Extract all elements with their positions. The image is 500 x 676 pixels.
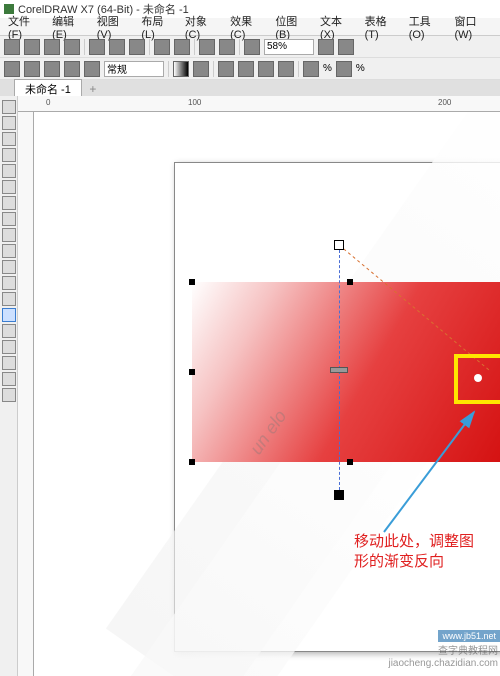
transparency-tool-icon[interactable]: [2, 324, 16, 338]
ruler-tick: 0: [46, 98, 50, 107]
menu-text[interactable]: 文本(X): [316, 13, 359, 41]
menu-view[interactable]: 视图(V): [93, 13, 136, 41]
dimension-tool-icon[interactable]: [2, 276, 16, 290]
gradient-preview-icon[interactable]: [173, 61, 189, 77]
import-icon[interactable]: [199, 39, 215, 55]
copy-icon[interactable]: [109, 39, 125, 55]
crop-tool-icon[interactable]: [2, 132, 16, 146]
percent-label2: %: [356, 63, 365, 74]
fill-pattern-icon[interactable]: [44, 61, 60, 77]
angle-icon[interactable]: [336, 61, 352, 77]
table-tool-icon[interactable]: [2, 260, 16, 274]
mode2-icon[interactable]: [238, 61, 254, 77]
mode4-icon[interactable]: [278, 61, 294, 77]
ellipse-tool-icon[interactable]: [2, 212, 16, 226]
cut-icon[interactable]: [89, 39, 105, 55]
menu-effects[interactable]: 效果(C): [226, 13, 269, 41]
ruler-vertical[interactable]: [18, 112, 34, 676]
watermark-text: 查字典教程网 jiaocheng.chazidian.com: [388, 646, 498, 670]
fill-texture-icon[interactable]: [64, 61, 80, 77]
menu-tools[interactable]: 工具(O): [405, 13, 449, 41]
tab-add-icon[interactable]: +: [86, 82, 100, 96]
freehand-tool-icon[interactable]: [2, 164, 16, 178]
annotation-text: 移动此处，调整图 形的渐变反向: [354, 532, 474, 571]
ruler-tick: 200: [438, 98, 451, 107]
transparency-icon[interactable]: [303, 61, 319, 77]
text-tool-icon[interactable]: [2, 244, 16, 258]
outline-tool-icon[interactable]: [2, 356, 16, 370]
menu-bar: 文件(F) 编辑(E) 视图(V) 布局(L) 对象(C) 效果(C) 位图(B…: [0, 18, 500, 36]
separator: [298, 61, 299, 77]
interactive-fill-tool-icon[interactable]: [2, 308, 16, 322]
ruler-tick: 100: [188, 98, 201, 107]
export-icon[interactable]: [219, 39, 235, 55]
workspace: 0 100 200: [0, 96, 500, 676]
separator: [213, 61, 214, 77]
connector-tool-icon[interactable]: [2, 292, 16, 306]
fill-fountain-icon[interactable]: [24, 61, 40, 77]
fill-postscript-icon[interactable]: [84, 61, 100, 77]
canvas[interactable]: 移动此处，调整图 形的渐变反向 un elo www.jb51.net 查字典教…: [34, 112, 500, 676]
smart-fill-tool-icon[interactable]: [2, 388, 16, 402]
undo-icon[interactable]: [154, 39, 170, 55]
menu-edit[interactable]: 编辑(E): [48, 13, 91, 41]
ruler-horizontal[interactable]: 0 100 200: [18, 96, 500, 112]
new-icon[interactable]: [4, 39, 20, 55]
separator: [239, 39, 240, 55]
gradient-midpoint-handle[interactable]: [330, 367, 348, 373]
polygon-tool-icon[interactable]: [2, 228, 16, 242]
gradient-start-handle[interactable]: [334, 240, 344, 250]
save-icon[interactable]: [44, 39, 60, 55]
mode3-icon[interactable]: [258, 61, 274, 77]
menu-table[interactable]: 表格(T): [361, 13, 403, 41]
menu-object[interactable]: 对象(C): [181, 13, 224, 41]
toolbox: [0, 96, 18, 676]
style-dropdown[interactable]: 常规: [104, 61, 164, 77]
options-icon[interactable]: [338, 39, 354, 55]
separator: [149, 39, 150, 55]
zoom-level[interactable]: 58%: [264, 39, 314, 55]
selection-handle[interactable]: [189, 459, 195, 465]
artistic-tool-icon[interactable]: [2, 180, 16, 194]
selection-handle[interactable]: [189, 369, 195, 375]
source-url-badge: www.jb51.net: [438, 630, 500, 642]
gradient-rotation-handle[interactable]: [474, 374, 482, 382]
separator: [194, 39, 195, 55]
selection-handle[interactable]: [189, 279, 195, 285]
menu-bitmap[interactable]: 位图(B): [271, 13, 314, 41]
print-icon[interactable]: [64, 39, 80, 55]
open-icon[interactable]: [24, 39, 40, 55]
zoom-tool-icon[interactable]: [2, 148, 16, 162]
shape-tool-icon[interactable]: [2, 116, 16, 130]
fill-tool-icon[interactable]: [2, 372, 16, 386]
snap-icon[interactable]: [318, 39, 334, 55]
menu-file[interactable]: 文件(F): [4, 13, 46, 41]
menu-layout[interactable]: 布局(L): [137, 13, 179, 41]
toolbar-property: 常规 % %: [0, 58, 500, 80]
rectangle-tool-icon[interactable]: [2, 196, 16, 210]
mode1-icon[interactable]: [218, 61, 234, 77]
separator: [84, 39, 85, 55]
gradient-end-handle[interactable]: [334, 490, 344, 500]
eyedropper-tool-icon[interactable]: [2, 340, 16, 354]
selection-handle[interactable]: [347, 459, 353, 465]
separator: [168, 61, 169, 77]
ruler-area: 0 100 200: [18, 96, 500, 676]
annotation-arrow: [374, 402, 494, 542]
publish-icon[interactable]: [244, 39, 260, 55]
paste-icon[interactable]: [129, 39, 145, 55]
menu-window[interactable]: 窗口(W): [450, 13, 496, 41]
fill-uniform-icon[interactable]: [4, 61, 20, 77]
reverse-icon[interactable]: [193, 61, 209, 77]
pick-tool-icon[interactable]: [2, 100, 16, 114]
redo-icon[interactable]: [174, 39, 190, 55]
percent-label: %: [323, 63, 332, 74]
